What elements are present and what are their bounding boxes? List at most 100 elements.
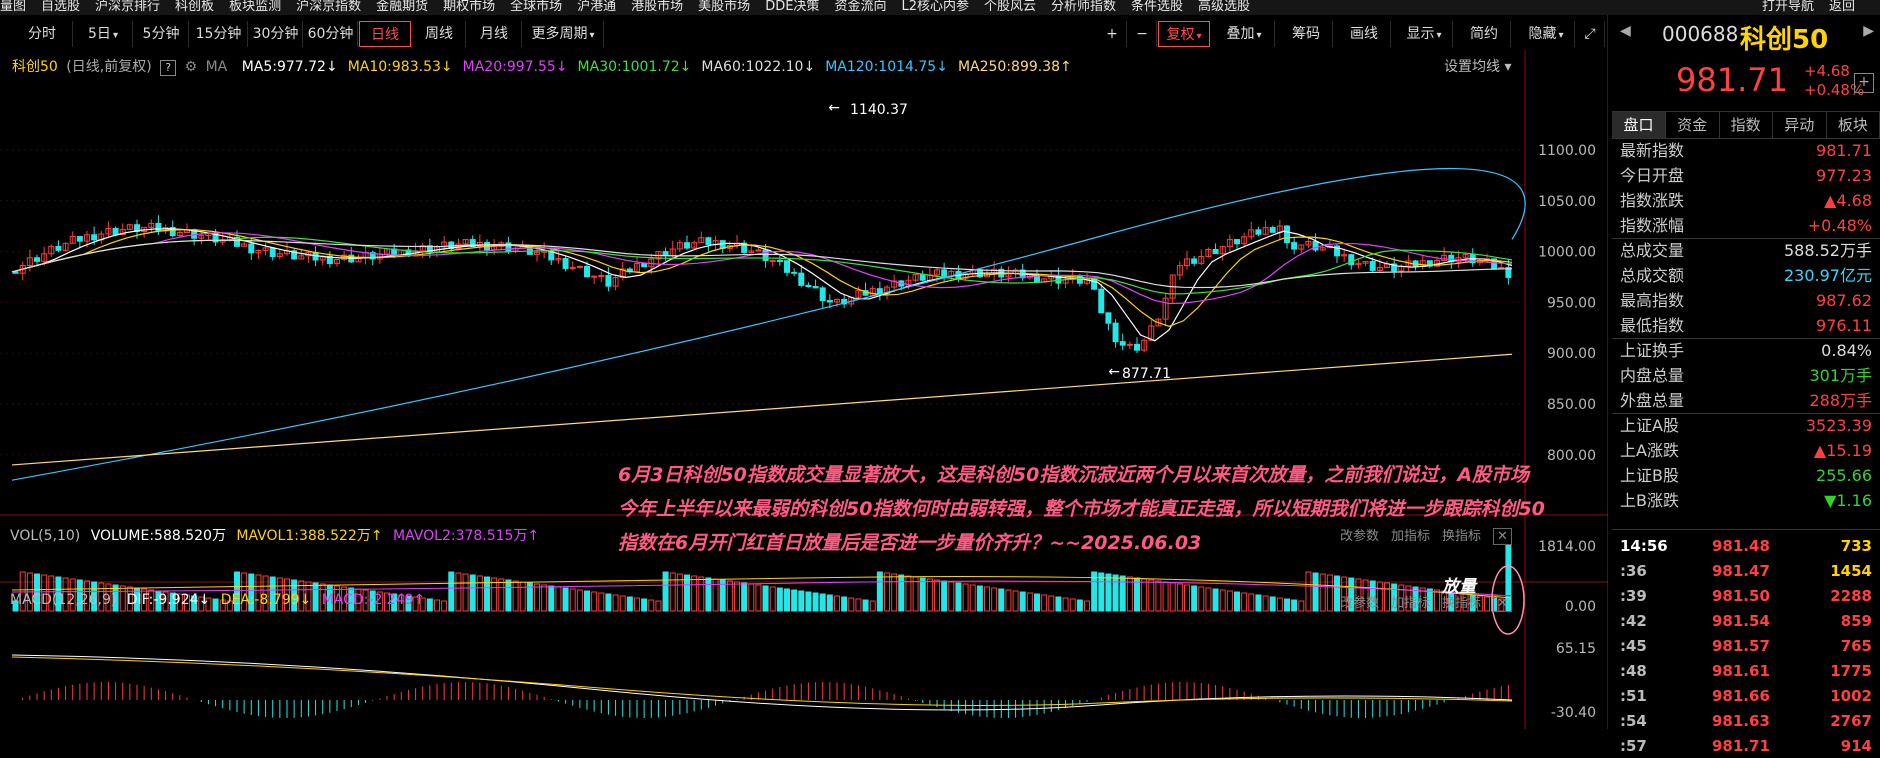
volume-bar (1026, 592, 1033, 612)
menu-item[interactable]: 打开导航 (1762, 0, 1814, 14)
candle-body (91, 234, 98, 241)
indicator-button[interactable]: 改参数 (1340, 596, 1379, 611)
vol-value: VOLUME:588.520万 (90, 528, 226, 544)
volume-bar (469, 574, 476, 612)
volume-bar (805, 591, 812, 612)
ma-label: MA120:1014.75 (825, 59, 937, 75)
y-tick-label: 1000.00 (1538, 245, 1596, 261)
indicator-button[interactable]: 加指标 (1391, 596, 1430, 611)
gear-icon[interactable]: ⚙ (185, 59, 198, 75)
volume-bar (562, 587, 569, 612)
macd-buttons: 改参数 加指标 换指标 ✕ (1340, 592, 1512, 612)
candle-body (576, 265, 583, 268)
tick-volume: 914 (1840, 737, 1872, 755)
volume-bar (705, 577, 712, 612)
candle-body (641, 263, 648, 268)
next-arrow-icon[interactable]: ▶ (1863, 23, 1874, 39)
volume-bar (848, 597, 855, 612)
ma-arrow: ↓ (803, 59, 816, 75)
tick-time: :51 (1620, 687, 1647, 705)
volume-bar (876, 571, 883, 612)
y-tick-label: 850.00 (1547, 397, 1596, 413)
chart-subtitle: (日线,前复权) (66, 59, 152, 75)
volume-bar (1326, 574, 1333, 612)
volume-bar (984, 586, 990, 612)
quote-tab[interactable]: 指数 (1719, 112, 1774, 138)
volume-bar (584, 590, 590, 612)
menu-item[interactable]: 返回 (1829, 0, 1855, 14)
ma-arrow: ↓ (325, 59, 338, 75)
ma-settings-button[interactable]: 设置均线 ▾ (1444, 56, 1511, 76)
y-tick-label: 1100.00 (1538, 143, 1596, 159)
candle-body (12, 271, 19, 274)
tick-time: :54 (1620, 712, 1647, 730)
stat-value: 255.66 (1816, 466, 1872, 485)
candle-body (591, 275, 598, 278)
volume-bar (484, 576, 490, 612)
tick-list: 14:56 981.48 733:36 981.47 1454:39 981.50 2288… (1612, 529, 1880, 755)
volume-bar (512, 580, 519, 612)
indicator-button[interactable]: 换指标 (1442, 596, 1481, 611)
volume-bar (1141, 578, 1148, 612)
volume-bar (569, 588, 576, 612)
stat-value: 230.97亿元 (1784, 266, 1872, 285)
ma-label: MA60:1022.10 (701, 59, 804, 75)
volume-bar (748, 583, 755, 612)
close-icon[interactable]: ✕ (1493, 595, 1512, 612)
volume-bar (1334, 575, 1340, 612)
volume-bar (476, 575, 483, 612)
high-arrow-icon: ← (828, 100, 840, 116)
ma-arrow: ↑ (1060, 59, 1072, 75)
volume-bar (1176, 583, 1183, 612)
vol-title: VOL(5,10) (10, 528, 81, 544)
quote-tab[interactable]: 资金 (1666, 112, 1720, 138)
stat-value: ▲15.19 (1813, 441, 1872, 460)
stat-label: 总成交额 (1620, 266, 1685, 285)
ma-arrow: ↓ (440, 59, 453, 75)
candle-body (876, 288, 883, 294)
add-watchlist-icon[interactable]: + (1854, 73, 1874, 93)
volume-bar (969, 584, 976, 612)
ma-value: MA10:983.53↓ (348, 59, 453, 75)
volume-bar (898, 574, 905, 612)
volume-bar (1005, 589, 1012, 612)
candle-body (1312, 241, 1319, 251)
volume-bar (962, 583, 969, 612)
quote-stat-row: 上B涨跌 ▼1.16 (1620, 489, 1872, 513)
ma-label: MA250:899.38 (957, 59, 1061, 75)
help-icon[interactable]: ? (160, 60, 177, 76)
quote-stat-row: 总成交额 230.97亿元 (1620, 264, 1872, 288)
volume-bar (548, 585, 555, 612)
volume-bar (769, 586, 776, 612)
candle-body (605, 275, 612, 287)
prev-arrow-icon[interactable]: ◀ (1620, 23, 1631, 39)
stat-label: 上证换手 (1620, 341, 1685, 360)
quote-tab[interactable]: 盘口 (1612, 112, 1666, 138)
vol-tick-label: 0.00 (1565, 599, 1596, 615)
low-arrow-icon: ← (1108, 364, 1120, 380)
volume-bar (1269, 596, 1276, 612)
quote-tab[interactable]: 异动 (1773, 112, 1827, 138)
quote-tabs: 盘口 资金 指数 异动 板块 (1612, 111, 1880, 139)
ma-label: MA5:977.72 (241, 59, 326, 75)
ma-value: MA60:1022.10↓ (701, 59, 815, 75)
candle-body (919, 274, 926, 281)
volume-bar (455, 572, 462, 612)
quote-stat-row: 今日开盘 977.23 (1620, 164, 1872, 188)
volume-bar (955, 582, 962, 612)
volume-bar (448, 571, 455, 612)
volume-bar (534, 583, 540, 612)
macd-value: MACD:-2.249 (321, 592, 414, 608)
quote-tab[interactable]: 板块 (1826, 112, 1880, 138)
kline-chart[interactable]: 1100.00 1050.00 1000.00 950.00 900.00 850.00 8… (0, 0, 1608, 729)
tick-price: 981.66 (1712, 687, 1770, 705)
tick-price: 981.63 (1712, 712, 1770, 730)
stat-value: 0.84% (1821, 341, 1872, 360)
candle-body (1105, 312, 1112, 324)
candle-body (798, 272, 805, 286)
volume-bar (776, 587, 783, 612)
stat-label: 上证B股 (1620, 466, 1679, 485)
tick-price: 981.48 (1712, 537, 1770, 555)
stock-name: 科创50 (1740, 25, 1829, 55)
candle-body (1234, 239, 1240, 245)
